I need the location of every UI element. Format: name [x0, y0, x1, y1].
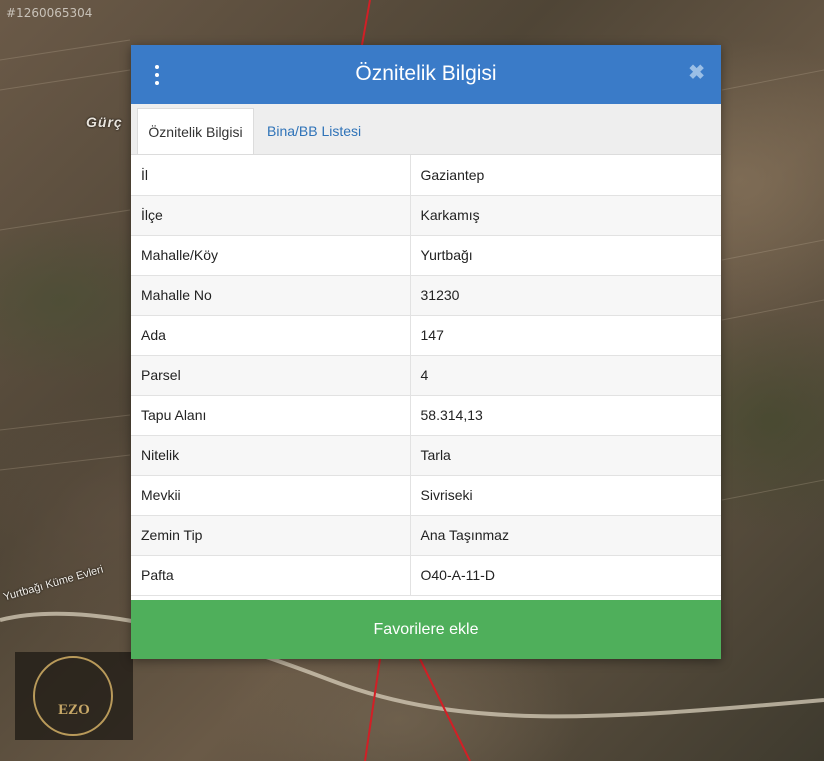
attribute-key: Mahalle No	[131, 275, 411, 316]
attribute-table: İl Gaziantep İlçe Karkamış Mahalle/Köy Yurtba…	[131, 155, 721, 596]
table-row: Mahalle No 31230	[131, 275, 721, 316]
attribute-value: 58.314,13	[410, 395, 721, 436]
attribute-value: Sivriseki	[410, 475, 721, 516]
attribute-value: O40-A-11-D	[410, 555, 721, 596]
listing-id-watermark: #1260065304	[6, 6, 93, 20]
attribute-value: 4	[410, 355, 721, 396]
tab-bar: Öznitelik Bilgisi Bina/BB Listesi	[131, 104, 721, 155]
attribute-value: Tarla	[410, 435, 721, 476]
table-row: Parsel 4	[131, 355, 721, 396]
attribute-value: Ana Taşınmaz	[410, 515, 721, 556]
attribute-key: Parsel	[131, 355, 411, 396]
add-to-favorites-button[interactable]: Favorilere ekle	[131, 600, 721, 659]
attribute-key: Zemin Tip	[131, 515, 411, 556]
attribute-key: İlçe	[131, 195, 411, 236]
table-row: Mevkii Sivriseki	[131, 475, 721, 516]
table-row: Nitelik Tarla	[131, 435, 721, 476]
modal-header: Öznitelik Bilgisi ✖	[131, 45, 721, 104]
attribute-key: Tapu Alanı	[131, 395, 411, 436]
attribute-key: Mahalle/Köy	[131, 235, 411, 276]
table-row: İl Gaziantep	[131, 155, 721, 196]
attribute-key: İl	[131, 155, 411, 196]
table-row: Zemin Tip Ana Taşınmaz	[131, 515, 721, 556]
table-row: Tapu Alanı 58.314,13	[131, 395, 721, 436]
attribute-info-modal: Öznitelik Bilgisi ✖ Öznitelik Bilgisi Bi…	[131, 45, 721, 659]
logo-text: EZO	[58, 702, 90, 718]
attribute-key: Pafta	[131, 555, 411, 596]
close-icon[interactable]: ✖	[688, 63, 705, 83]
attribute-value: Yurtbağı	[410, 235, 721, 276]
attribute-value: 31230	[410, 275, 721, 316]
agency-logo: EZO	[15, 652, 133, 740]
attribute-key: Mevkii	[131, 475, 411, 516]
modal-title: Öznitelik Bilgisi	[355, 62, 497, 85]
table-row: Ada 147	[131, 315, 721, 356]
map-place-label: Gürç	[86, 114, 123, 130]
tab-attribute-info[interactable]: Öznitelik Bilgisi	[137, 108, 254, 154]
attribute-key: Nitelik	[131, 435, 411, 476]
tab-building-list[interactable]: Bina/BB Listesi	[257, 108, 371, 154]
logo-emblem	[33, 656, 113, 736]
attribute-value: Gaziantep	[410, 155, 721, 196]
parcel-boundary	[361, 0, 371, 46]
table-row: Mahalle/Köy Yurtbağı	[131, 235, 721, 276]
attribute-value: Karkamış	[410, 195, 721, 236]
attribute-value: 147	[410, 315, 721, 356]
attribute-key: Ada	[131, 315, 411, 356]
table-row: Pafta O40-A-11-D	[131, 555, 721, 596]
table-row: İlçe Karkamış	[131, 195, 721, 236]
